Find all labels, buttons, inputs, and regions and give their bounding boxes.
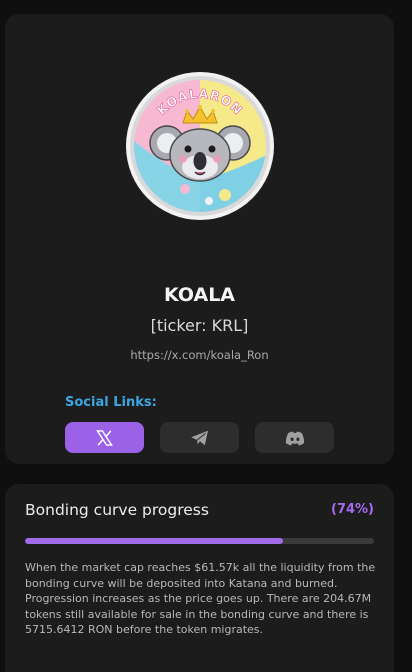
token-name: KOALA <box>163 284 236 306</box>
social-links-label: Social Links: <box>65 395 157 410</box>
x-button[interactable] <box>65 422 144 453</box>
token-social-link[interactable]: https://x.com/koala_Ron <box>5 348 394 362</box>
token-card: KOALARON KOALA [ticker: KRL] https://x.c… <box>5 14 394 464</box>
token-logo: KOALARON <box>125 71 275 221</box>
bonding-curve-progress-bar <box>25 538 374 544</box>
discord-icon <box>285 431 304 445</box>
bonding-curve-progress-fill <box>25 538 284 544</box>
telegram-button[interactable] <box>160 422 239 453</box>
koala-logo-image: KOALARON <box>126 72 274 220</box>
discord-button[interactable] <box>255 422 334 453</box>
telegram-icon <box>190 430 208 445</box>
bonding-curve-card: Bonding curve progress (74%) When the ma… <box>5 484 394 672</box>
bonding-curve-description: When the market cap reaches $61.57k all … <box>25 561 376 637</box>
bonding-curve-percent: (74%) <box>331 502 374 517</box>
x-icon <box>96 429 113 446</box>
token-ticker: [ticker: KRL] <box>150 316 249 335</box>
bonding-curve-title: Bonding curve progress <box>25 501 209 519</box>
